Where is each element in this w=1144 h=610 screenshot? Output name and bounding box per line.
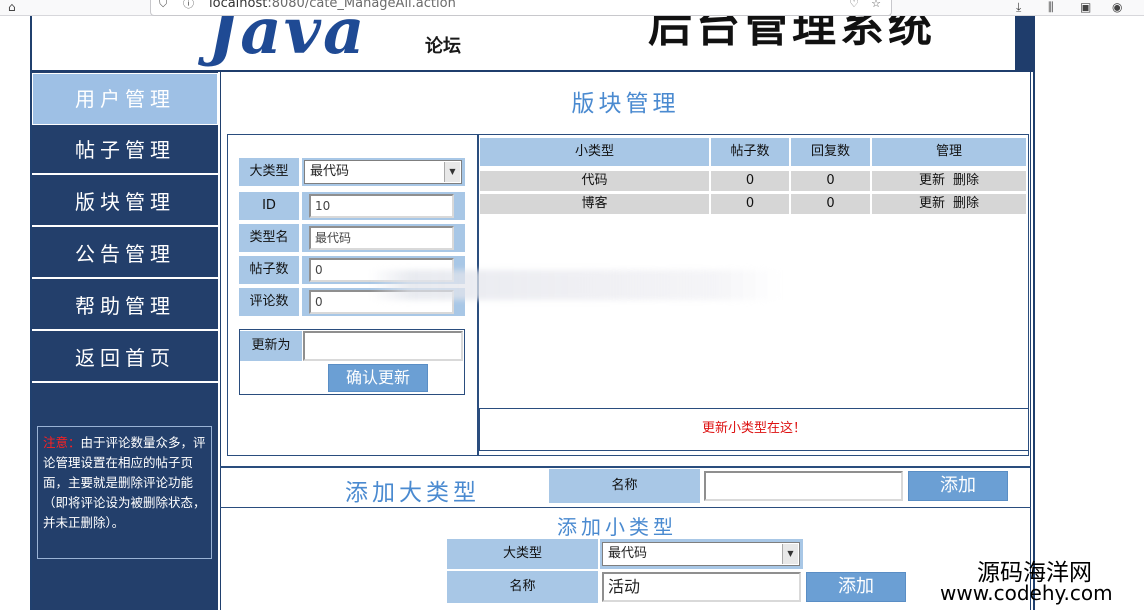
bookmark-star-icon[interactable]: ☆ xyxy=(871,0,881,11)
add-big-type-button[interactable]: 添加 xyxy=(908,471,1008,501)
table-header-manage: 管理 xyxy=(872,138,1026,166)
chevron-down-icon[interactable]: ▼ xyxy=(444,162,460,182)
sidebar-item-user-management[interactable]: 用户管理 xyxy=(32,73,218,125)
add-small-type-title: 添加小类型 xyxy=(557,515,677,539)
sidebar-item-post-management[interactable]: 帖子管理 xyxy=(32,125,218,175)
add-big-type-name-label: 名称 xyxy=(549,469,700,503)
url-path: :8080/cate_ManageAll.action xyxy=(267,0,456,11)
posts-count-label: 帖子数 xyxy=(239,256,299,284)
notice-label: 注意： xyxy=(43,435,81,450)
add-big-type-title: 添加大类型 xyxy=(345,480,480,506)
subtype-replies-cell: 0 xyxy=(791,171,870,191)
id-field[interactable]: 10 xyxy=(309,194,454,218)
account-icon[interactable]: ◉ xyxy=(1112,0,1122,14)
browser-toolbar: ⌂ ⛉ ⓘ localhost:8080/cate_ManageAll.acti… xyxy=(0,0,1144,16)
update-to-label: 更新为 xyxy=(240,331,302,361)
delete-link[interactable]: 删除 xyxy=(953,173,979,188)
subtype-name-cell: 代码 xyxy=(480,171,709,191)
subtype-name-cell: 博客 xyxy=(480,194,709,214)
address-bar[interactable]: ⛉ ⓘ localhost:8080/cate_ManageAll.action… xyxy=(150,0,892,16)
url-text[interactable]: localhost:8080/cate_ManageAll.action xyxy=(209,0,456,12)
library-icon[interactable]: ⫼ xyxy=(1048,0,1054,14)
watermark: 源码海洋网 www.codehy.com xyxy=(940,553,1144,610)
subtype-posts-cell: 0 xyxy=(711,194,789,214)
add-small-type-name-field[interactable]: 活动 xyxy=(602,572,801,602)
add-small-type-big-type-select[interactable]: 最代码 ▼ xyxy=(602,542,800,566)
update-link[interactable]: 更新 xyxy=(919,173,945,188)
confirm-update-button[interactable]: 确认更新 xyxy=(328,364,428,392)
info-icon[interactable]: ⓘ xyxy=(183,0,194,11)
shield-icon[interactable]: ⛉ xyxy=(159,0,167,11)
add-small-type-big-type-label: 大类型 xyxy=(447,539,598,569)
sidebar-item-help-management[interactable]: 帮助管理 xyxy=(32,281,218,331)
site-banner: Java 论坛 后台管理系统 xyxy=(32,16,1035,72)
id-label: ID xyxy=(239,192,299,220)
add-small-type-select-value: 最代码 xyxy=(608,546,648,561)
notice-box: 注意：由于评论数量众多，评论管理设置在相应的帖子页面，主要就是删除评论功能（即将… xyxy=(37,426,212,559)
add-small-type-name-label: 名称 xyxy=(447,571,598,603)
table-header-replies: 回复数 xyxy=(791,138,870,166)
type-name-field[interactable]: 最代码 xyxy=(309,226,454,250)
banner-decoration xyxy=(1015,16,1035,70)
update-link[interactable]: 更新 xyxy=(919,196,945,211)
blurred-overlay xyxy=(370,270,780,300)
add-big-type-name-field[interactable] xyxy=(704,471,903,501)
sidebar-item-board-management[interactable]: 版块管理 xyxy=(32,177,218,227)
chevron-down-icon[interactable]: ▼ xyxy=(782,544,798,564)
page-title: 版块管理 xyxy=(571,91,680,117)
java-logo: Java xyxy=(208,16,367,69)
delete-link[interactable]: 删除 xyxy=(953,196,979,211)
url-host: localhost xyxy=(209,0,268,11)
sidebar-toggle-icon[interactable]: ▣ xyxy=(1080,0,1091,14)
page: ⌂ ⛉ ⓘ localhost:8080/cate_ManageAll.acti… xyxy=(0,0,1144,610)
big-type-select[interactable]: 最代码 ▼ xyxy=(304,160,462,184)
comments-count-label: 评论数 xyxy=(239,288,299,316)
system-title: 后台管理系统 xyxy=(648,16,936,52)
big-type-select-value: 最代码 xyxy=(310,164,350,179)
pocket-icon[interactable]: ♡ xyxy=(849,0,859,11)
forum-logo-text: 论坛 xyxy=(425,36,461,57)
watermark-line-2: www.codehy.com xyxy=(940,581,1113,605)
sidebar-item-announcement-management[interactable]: 公告管理 xyxy=(32,229,218,279)
home-icon[interactable]: ⌂ xyxy=(8,0,16,14)
subtype-replies-cell: 0 xyxy=(791,194,870,214)
update-to-field[interactable] xyxy=(303,331,463,361)
table-header-subtype: 小类型 xyxy=(480,138,709,166)
subtype-manage-cell: 更新 删除 xyxy=(872,194,1026,214)
download-icon[interactable]: ⤓ xyxy=(1016,0,1021,14)
table-header-posts: 帖子数 xyxy=(711,138,789,166)
add-small-type-button[interactable]: 添加 xyxy=(806,572,906,602)
type-name-label: 类型名 xyxy=(239,224,299,252)
big-type-label: 大类型 xyxy=(239,158,299,186)
subtype-update-area: 更新小类型在这！ xyxy=(478,408,1029,451)
sidebar-item-back-home[interactable]: 返回首页 xyxy=(32,333,218,383)
subtype-manage-cell: 更新 删除 xyxy=(872,171,1026,191)
subtype-posts-cell: 0 xyxy=(711,171,789,191)
